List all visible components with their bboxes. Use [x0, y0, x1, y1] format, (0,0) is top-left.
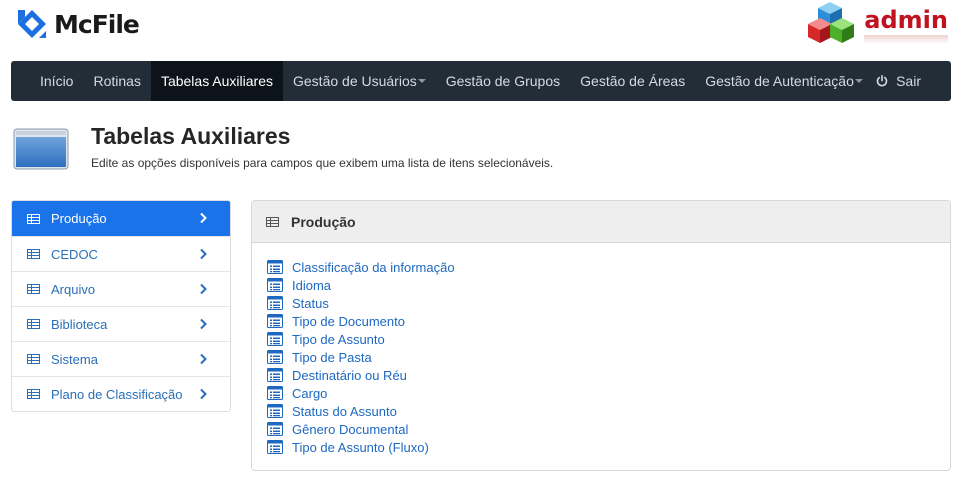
nav-item-label: Gestão de Usuários — [293, 73, 417, 89]
sidebar-item-cedoc[interactable]: CEDOC — [12, 236, 230, 271]
table-link-label: Cargo — [292, 385, 328, 401]
sidebar-item-arquivo[interactable]: Arquivo — [12, 271, 230, 306]
table-icon — [27, 389, 40, 399]
admin-logo: admin — [808, 0, 948, 46]
table-link-item[interactable]: Tipo de Documento — [267, 312, 950, 330]
table-link-item[interactable]: Cargo — [267, 384, 950, 402]
table-link-label: Gênero Documental — [292, 421, 409, 437]
table-link-list: Classificação da informação Idioma Status T… — [252, 243, 950, 456]
table-icon — [27, 354, 40, 364]
list-icon — [267, 386, 283, 400]
table-link-item[interactable]: Classificação da informação — [267, 258, 950, 276]
nav-item-gestao-areas[interactable]: Gestão de Áreas — [570, 61, 695, 101]
sidebar-item-label: Arquivo — [51, 281, 96, 297]
nav-item-inicio[interactable]: Início — [30, 61, 83, 101]
table-link-label: Classificação da informação — [292, 259, 455, 275]
table-link-label: Idioma — [292, 277, 332, 293]
page-subtitle: Edite as opções disponíveis para campos … — [91, 156, 554, 170]
sidebar-menu: Produção CEDOC Arquivo Biblioteca Sistem… — [11, 200, 231, 412]
brand-logo[interactable]: McFile — [16, 6, 140, 42]
sidebar-item-label: CEDOC — [51, 246, 98, 262]
logout-button[interactable]: Sair — [876, 61, 921, 101]
list-icon — [267, 422, 283, 436]
caret-down-icon — [854, 79, 863, 84]
content-panel: Produção Classificação da informação Idio… — [251, 200, 951, 471]
list-icon — [267, 296, 283, 310]
panel-title: Produção — [291, 213, 356, 230]
table-link-label: Status — [292, 295, 329, 311]
table-link-label: Destinatário ou Réu — [292, 367, 407, 383]
power-icon — [876, 75, 888, 87]
table-link-label: Status do Assunto — [292, 403, 397, 419]
brand-name: McFile — [54, 9, 140, 39]
chevron-right-icon — [200, 318, 207, 330]
window-icon — [13, 128, 69, 170]
table-link-item[interactable]: Status do Assunto — [267, 402, 950, 420]
nav-item-gestao-autenticacao[interactable]: Gestão de Autenticação — [695, 61, 873, 101]
nav-item-label: Tabelas Auxiliares — [160, 73, 273, 89]
table-link-label: Tipo de Pasta — [292, 349, 372, 365]
caret-down-icon — [417, 79, 426, 84]
table-link-item[interactable]: Tipo de Assunto — [267, 330, 950, 348]
list-icon — [267, 368, 283, 382]
table-icon — [27, 249, 40, 259]
main-navbar: Início Rotinas Tabelas Auxiliares Gestão… — [11, 61, 951, 101]
table-link-label: Tipo de Assunto (Fluxo) — [292, 439, 429, 455]
sidebar-item-producao[interactable]: Produção — [12, 201, 230, 236]
list-icon — [267, 404, 283, 418]
list-icon — [267, 260, 283, 274]
chevron-right-icon — [200, 283, 207, 295]
nav-item-label: Gestão de Áreas — [580, 73, 686, 89]
list-icon — [267, 440, 283, 454]
nav-item-tabelas-auxiliares[interactable]: Tabelas Auxiliares — [150, 61, 283, 101]
list-icon — [267, 350, 283, 364]
sidebar-item-label: Sistema — [51, 351, 98, 367]
table-link-label: Tipo de Assunto — [292, 331, 385, 347]
sidebar-item-label: Biblioteca — [51, 316, 108, 332]
cubes-icon — [808, 2, 855, 43]
sidebar-item-label: Produção — [51, 211, 107, 226]
admin-label: admin — [864, 6, 948, 44]
panel-header: Produção — [252, 201, 950, 243]
nav-item-gestao-grupos[interactable]: Gestão de Grupos — [436, 61, 570, 101]
table-icon — [266, 216, 279, 227]
sidebar-item-label: Plano de Classificação — [51, 386, 183, 402]
table-icon — [27, 319, 40, 329]
nav-item-label: Gestão de Autenticação — [705, 73, 854, 89]
chevron-right-icon — [200, 353, 207, 365]
chevron-right-icon — [200, 248, 207, 260]
nav-item-gestao-usuarios[interactable]: Gestão de Usuários — [283, 61, 436, 101]
nav-item-rotinas[interactable]: Rotinas — [83, 61, 150, 101]
sidebar-item-biblioteca[interactable]: Biblioteca — [12, 306, 230, 341]
nav-item-label: Início — [40, 73, 74, 89]
logout-label: Sair — [896, 73, 921, 89]
list-icon — [267, 278, 283, 292]
list-icon — [267, 314, 283, 328]
table-link-item[interactable]: Idioma — [267, 276, 950, 294]
nav-item-label: Rotinas — [93, 73, 141, 89]
table-icon — [27, 213, 40, 224]
nav-item-label: Gestão de Grupos — [445, 73, 561, 89]
table-link-item[interactable]: Tipo de Pasta — [267, 348, 950, 366]
chevron-right-icon — [200, 388, 207, 400]
table-icon — [27, 284, 40, 294]
table-link-item[interactable]: Status — [267, 294, 950, 312]
table-link-item[interactable]: Destinatário ou Réu — [267, 366, 950, 384]
page-title: Tabelas Auxiliares — [91, 123, 291, 149]
sidebar-item-sistema[interactable]: Sistema — [12, 341, 230, 376]
table-link-item[interactable]: Tipo de Assunto (Fluxo) — [267, 438, 950, 456]
table-link-label: Tipo de Documento — [292, 313, 405, 329]
list-icon — [267, 332, 283, 346]
chevron-right-icon — [200, 212, 207, 224]
mcfile-logo-icon — [18, 10, 46, 38]
table-link-item[interactable]: Gênero Documental — [267, 420, 950, 438]
sidebar-item-plano-classificacao[interactable]: Plano de Classificação — [12, 376, 230, 411]
